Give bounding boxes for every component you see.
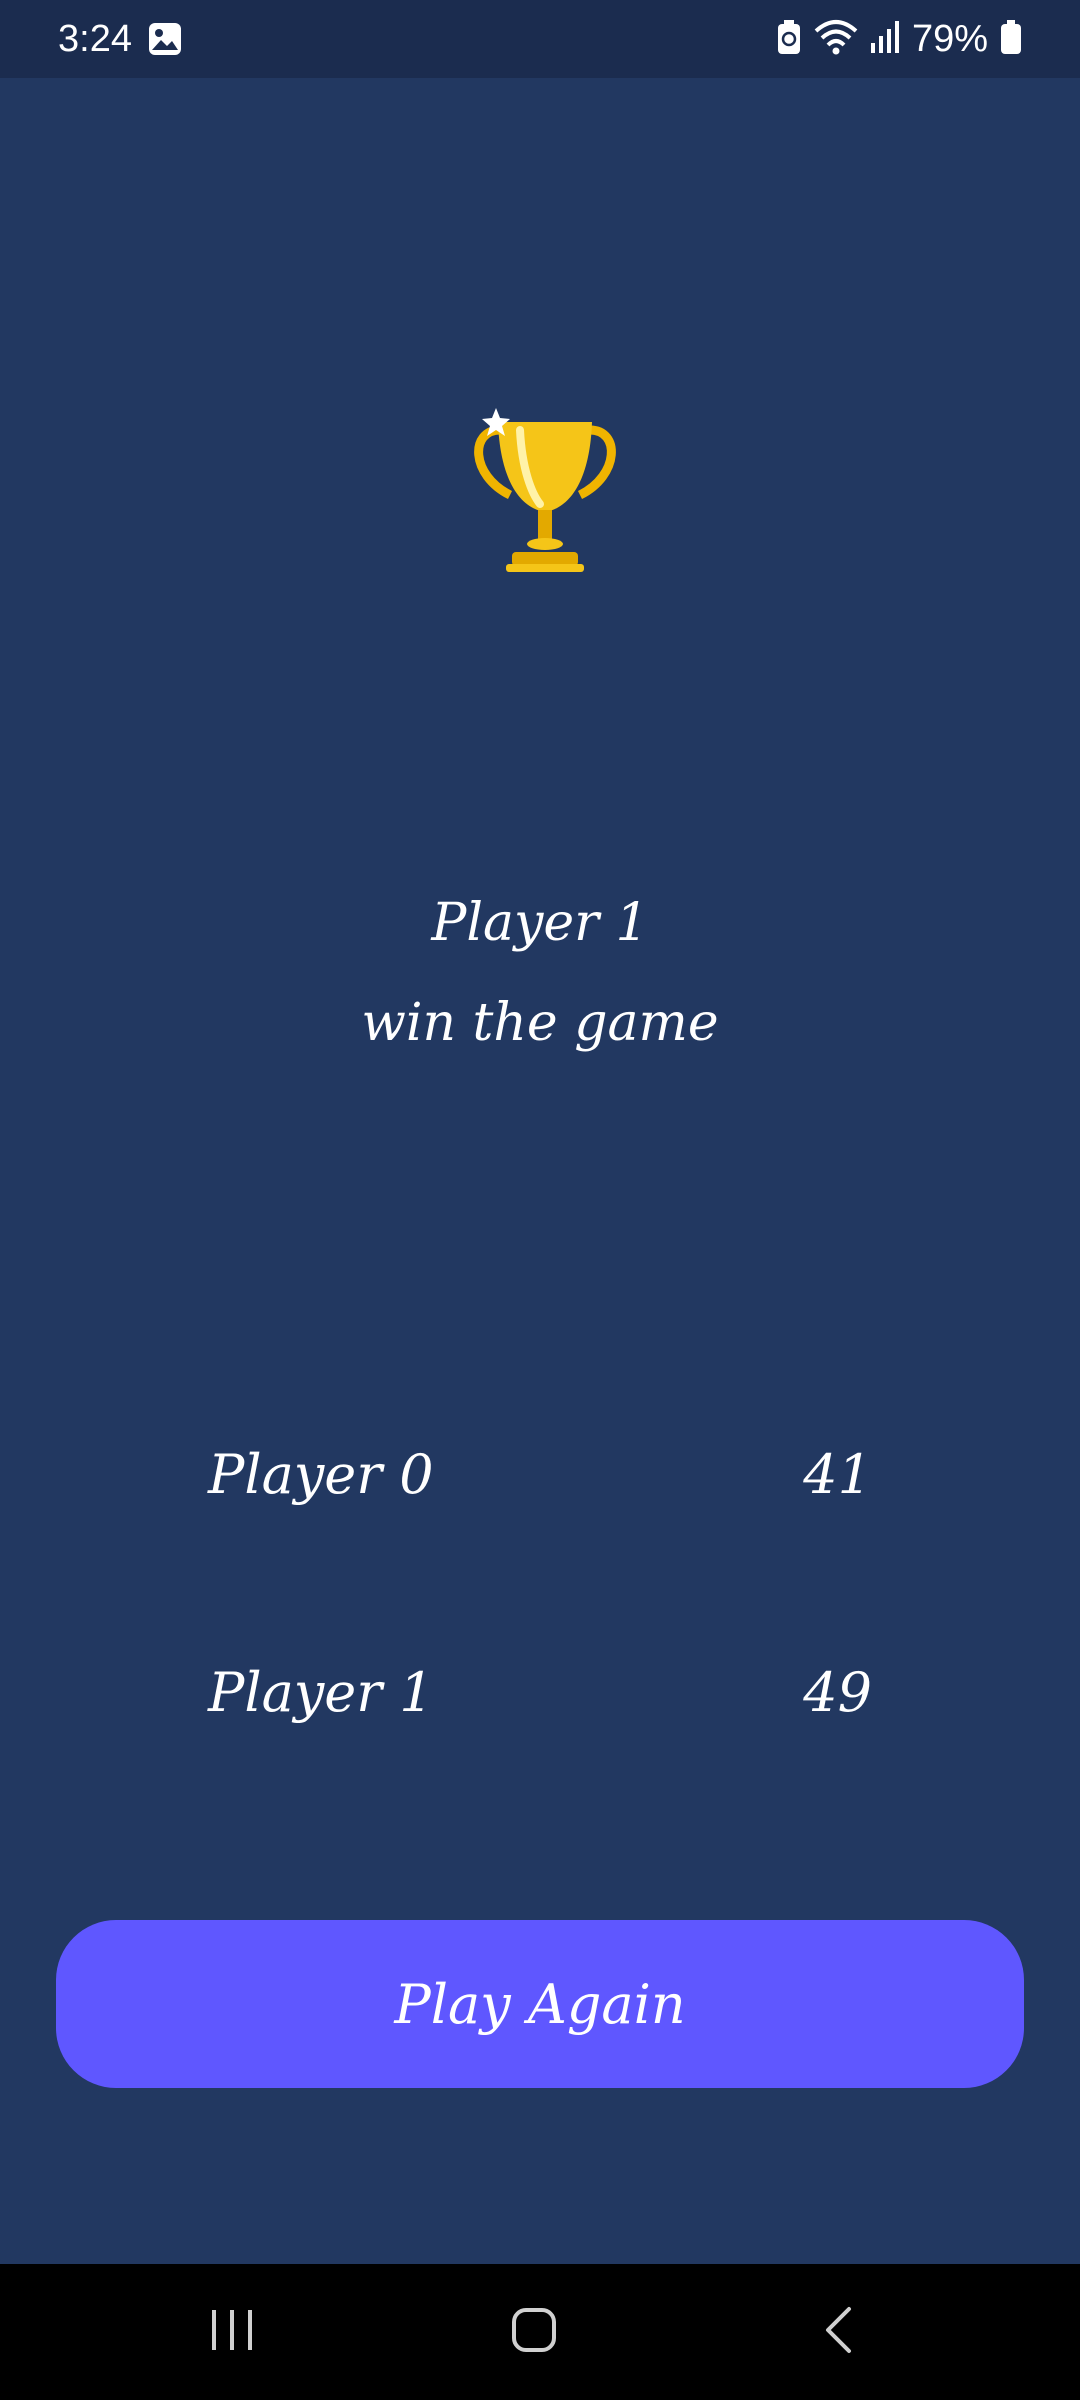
score-player-name: Player 0 bbox=[208, 1442, 434, 1506]
score-row: Player 0 41 bbox=[208, 1434, 872, 1514]
battery-saver-icon bbox=[776, 19, 802, 60]
play-again-button[interactable]: Play Again bbox=[56, 1920, 1024, 2088]
score-value: 49 bbox=[803, 1660, 872, 1724]
winner-name: Player 1 bbox=[431, 893, 649, 953]
recents-icon bbox=[209, 2308, 255, 2356]
status-time: 3:24 bbox=[58, 18, 132, 60]
status-bar: 3:24 79% bbox=[0, 0, 1080, 78]
recents-button[interactable] bbox=[132, 2264, 332, 2400]
navigation-bar bbox=[0, 2264, 1080, 2400]
score-player-name: Player 1 bbox=[208, 1660, 434, 1724]
back-icon bbox=[823, 2306, 853, 2358]
score-row: Player 1 49 bbox=[208, 1652, 872, 1732]
home-button[interactable] bbox=[434, 2264, 634, 2400]
wifi-icon bbox=[814, 19, 858, 60]
trophy-icon bbox=[470, 400, 620, 580]
battery-icon bbox=[1000, 19, 1022, 60]
home-icon bbox=[511, 2307, 557, 2357]
score-value: 41 bbox=[803, 1442, 872, 1506]
battery-percent: 79% bbox=[911, 18, 988, 60]
winner-caption: win the game bbox=[361, 993, 719, 1053]
gallery-icon bbox=[148, 22, 182, 56]
back-button[interactable] bbox=[738, 2264, 938, 2400]
status-indicators: 79% bbox=[776, 14, 1022, 64]
signal-icon bbox=[870, 19, 900, 60]
